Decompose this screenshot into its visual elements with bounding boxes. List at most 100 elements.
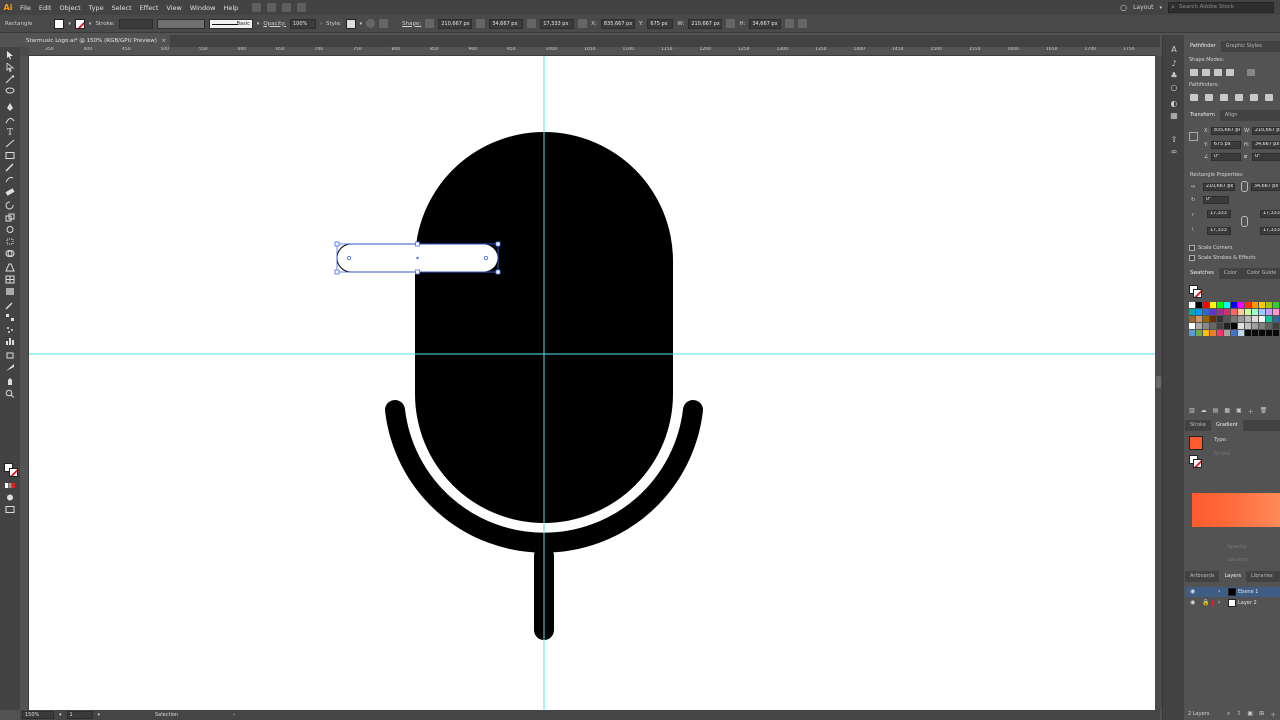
- corner-radius-c-field[interactable]: 17,333: [1207, 227, 1231, 235]
- shape-width-field[interactable]: 210,667 px: [438, 18, 473, 29]
- cloud-icon[interactable]: ☁: [1201, 407, 1207, 415]
- outline-button[interactable]: [1250, 94, 1258, 101]
- stroke-swatch[interactable]: [74, 18, 85, 29]
- swatch-options-icon[interactable]: ▦: [1224, 407, 1230, 415]
- layer-name[interactable]: Layer 2: [1238, 598, 1257, 608]
- isolate-group-icon[interactable]: [798, 19, 808, 28]
- transform-x-field[interactable]: 835,667 px: [1211, 127, 1241, 135]
- lock-icon[interactable]: 🔒: [1202, 598, 1209, 608]
- color-swatch[interactable]: [1224, 316, 1230, 322]
- color-swatch[interactable]: [1196, 330, 1202, 336]
- color-swatch[interactable]: [1231, 302, 1237, 308]
- rect-angle-field[interactable]: 0°: [1203, 196, 1229, 204]
- new-color-group-icon[interactable]: ▣: [1236, 407, 1242, 415]
- tab-stroke[interactable]: Stroke: [1185, 420, 1211, 431]
- crop-button[interactable]: [1235, 94, 1243, 101]
- new-swatch-icon[interactable]: ＋: [1248, 407, 1254, 416]
- artboard-tool-icon[interactable]: [5, 351, 15, 360]
- intersect-button[interactable]: [1214, 69, 1222, 76]
- eyedropper-tool-icon[interactable]: [5, 301, 15, 310]
- chevron-right-icon[interactable]: ›: [1218, 598, 1220, 608]
- graphic-style-swatch[interactable]: [345, 18, 356, 29]
- lightbulb-icon[interactable]: ○: [1120, 3, 1127, 12]
- type-tool-icon[interactable]: T: [5, 127, 15, 136]
- color-swatch[interactable]: [1245, 316, 1251, 322]
- ruler-origin[interactable]: [20, 47, 29, 56]
- export-icon[interactable]: ⇪: [1236, 710, 1241, 719]
- opacity-label[interactable]: Opacity:: [263, 21, 286, 27]
- color-swatch[interactable]: [1231, 316, 1237, 322]
- color-swatch[interactable]: [1245, 309, 1251, 315]
- shape-height-field[interactable]: 34,667 px: [489, 18, 524, 29]
- symbols-icon[interactable]: ♣: [1169, 71, 1179, 80]
- clipping-mask-icon[interactable]: ▣: [1247, 710, 1253, 719]
- corner-radius-d-field[interactable]: 17,333: [1260, 227, 1280, 235]
- trim-button[interactable]: [1205, 94, 1213, 101]
- adobe-stock-search-input[interactable]: Search Adobe Stock: [1168, 2, 1274, 13]
- gradient-stroke-indicator[interactable]: [1193, 459, 1202, 468]
- rotate-angle-field[interactable]: 0°: [1211, 153, 1241, 161]
- color-swatch[interactable]: [1217, 302, 1223, 308]
- document-tab[interactable]: Starmusic Logo.ai* @ 150% (RGB/GPU Previ…: [20, 35, 170, 47]
- constrain-proportions-icon[interactable]: [726, 19, 736, 28]
- warp-tool-icon[interactable]: [5, 225, 15, 234]
- minus-front-button[interactable]: [1202, 69, 1210, 76]
- menu-object[interactable]: Object: [55, 4, 84, 12]
- color-swatch[interactable]: [1273, 302, 1279, 308]
- color-swatch[interactable]: [1224, 302, 1230, 308]
- color-swatch[interactable]: [1266, 316, 1272, 322]
- tab-transform[interactable]: Transform: [1185, 110, 1220, 121]
- eraser-tool-icon[interactable]: [5, 187, 15, 196]
- color-swatch[interactable]: [1189, 323, 1195, 329]
- stroke-indicator[interactable]: [1193, 289, 1202, 298]
- transform-w-field[interactable]: 210,667 px: [1252, 127, 1280, 135]
- color-swatch[interactable]: [1238, 316, 1244, 322]
- export-icon[interactable]: ⇪: [1169, 135, 1179, 144]
- color-swatch[interactable]: [1238, 323, 1244, 329]
- tab-color-guide[interactable]: Color Guide: [1242, 268, 1280, 279]
- hand-tool-icon[interactable]: [5, 377, 15, 386]
- locate-object-icon[interactable]: ⌕: [1227, 710, 1230, 719]
- rect-width-field[interactable]: 210,667 px: [1203, 183, 1235, 191]
- stroke-weight-field[interactable]: [118, 18, 153, 29]
- expand-button[interactable]: [1247, 69, 1255, 76]
- corner-radius-field[interactable]: 17,333 px: [540, 18, 575, 29]
- color-swatch[interactable]: [1266, 323, 1272, 329]
- scale-tool-icon[interactable]: [5, 213, 15, 222]
- color-swatch[interactable]: [1273, 330, 1279, 336]
- color-swatch[interactable]: [1245, 323, 1251, 329]
- menu-help[interactable]: Help: [219, 4, 242, 12]
- free-transform-tool-icon[interactable]: [5, 237, 15, 246]
- chevron-down-icon[interactable]: ▾: [1159, 5, 1162, 11]
- scrollbar-thumb[interactable]: [1156, 376, 1161, 388]
- color-swatch[interactable]: [1196, 323, 1202, 329]
- brush-definition-field[interactable]: Basic: [208, 18, 253, 29]
- gpu-rocket-icon[interactable]: [297, 3, 307, 12]
- minus-back-button[interactable]: [1265, 94, 1273, 101]
- drawing-modes-icon[interactable]: [5, 493, 15, 502]
- chevron-down-icon[interactable]: ▾: [89, 21, 92, 27]
- eye-icon[interactable]: ◉: [1190, 587, 1195, 597]
- chevron-right-icon[interactable]: ›: [233, 712, 235, 718]
- color-swatch[interactable]: [1245, 302, 1251, 308]
- mesh-tool-icon[interactable]: [5, 275, 15, 284]
- color-swatch[interactable]: [1224, 309, 1230, 315]
- color-swatch[interactable]: [1203, 323, 1209, 329]
- color-swatch[interactable]: [1266, 330, 1272, 336]
- rect-height-field[interactable]: 34,667 px: [1251, 183, 1280, 191]
- symbol-sprayer-tool-icon[interactable]: [5, 325, 15, 334]
- tab-graphic-styles[interactable]: Graphic Styles: [1221, 41, 1267, 52]
- color-swatch[interactable]: [1203, 330, 1209, 336]
- rectangle-tool-icon[interactable]: [5, 151, 15, 160]
- exclude-button[interactable]: [1226, 69, 1234, 76]
- corner-radius-a-field[interactable]: 17,333: [1207, 210, 1231, 218]
- reference-point-locator[interactable]: [1189, 132, 1198, 141]
- color-swatch[interactable]: [1203, 316, 1209, 322]
- tab-artboards[interactable]: Artboards: [1185, 571, 1219, 582]
- menu-view[interactable]: View: [162, 4, 185, 12]
- color-icon[interactable]: ◐: [1169, 99, 1179, 108]
- shape-label[interactable]: Shape:: [402, 21, 421, 27]
- artboard-canvas[interactable]: [29, 56, 1155, 710]
- shear-angle-field[interactable]: 0°: [1252, 153, 1280, 161]
- column-graph-tool-icon[interactable]: [5, 337, 15, 346]
